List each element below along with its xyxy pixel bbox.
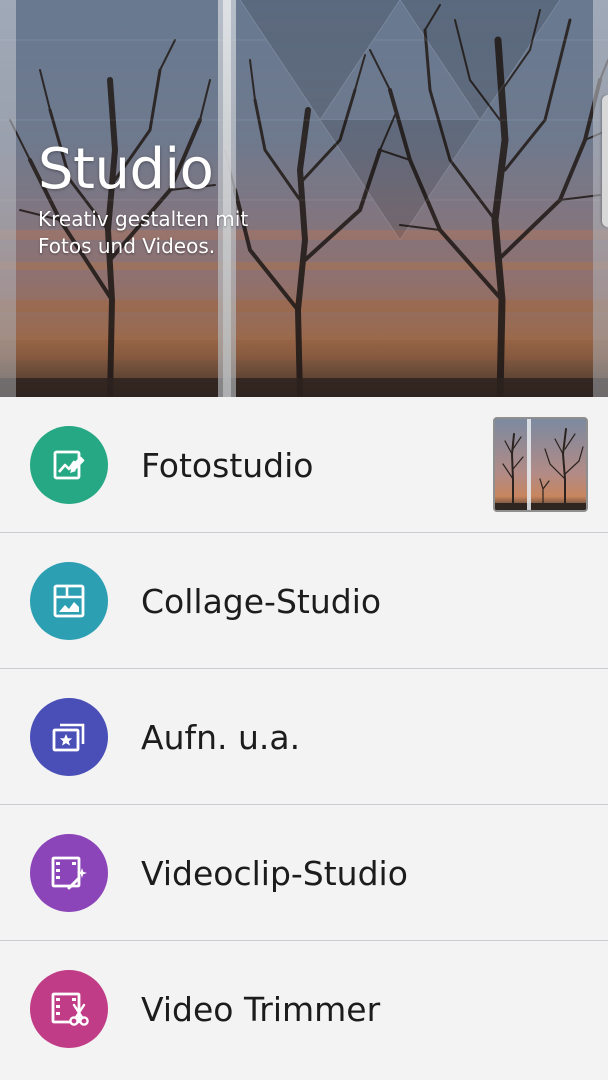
- menu-item-label: Aufn. u.a.: [141, 718, 301, 757]
- subtitle-line-2: Fotos und Videos.: [38, 234, 216, 258]
- edge-panel-handle[interactable]: [602, 95, 608, 227]
- photo-edit-icon: [30, 426, 108, 504]
- studio-menu-list: Fotostudio Collage-Studio Aufn. u.a. Vid…: [0, 397, 608, 1077]
- collage-icon: [30, 562, 108, 640]
- slideshow-star-icon: [30, 698, 108, 776]
- menu-item-videoclip-studio[interactable]: Videoclip-Studio: [0, 805, 608, 941]
- studio-screen: Studio Kreativ gestalten mit Fotos und V…: [0, 0, 608, 1080]
- menu-item-video-trimmer[interactable]: Video Trimmer: [0, 941, 608, 1077]
- menu-item-aufn-ua[interactable]: Aufn. u.a.: [0, 669, 608, 805]
- menu-item-fotostudio[interactable]: Fotostudio: [0, 397, 608, 533]
- page-subtitle: Kreativ gestalten mit Fotos und Videos.: [38, 206, 318, 260]
- menu-item-label: Fotostudio: [141, 446, 314, 485]
- menu-item-label: Collage-Studio: [141, 582, 382, 621]
- video-magic-icon: [30, 834, 108, 912]
- menu-item-label: Videoclip-Studio: [141, 854, 408, 893]
- menu-item-label: Video Trimmer: [141, 990, 381, 1029]
- studio-header: Studio Kreativ gestalten mit Fotos und V…: [0, 0, 608, 397]
- video-scissors-icon: [30, 970, 108, 1048]
- page-title: Studio: [38, 137, 214, 202]
- subtitle-line-1: Kreativ gestalten mit: [38, 207, 249, 231]
- recent-photo-thumbnail[interactable]: [493, 417, 588, 512]
- menu-item-collage-studio[interactable]: Collage-Studio: [0, 533, 608, 669]
